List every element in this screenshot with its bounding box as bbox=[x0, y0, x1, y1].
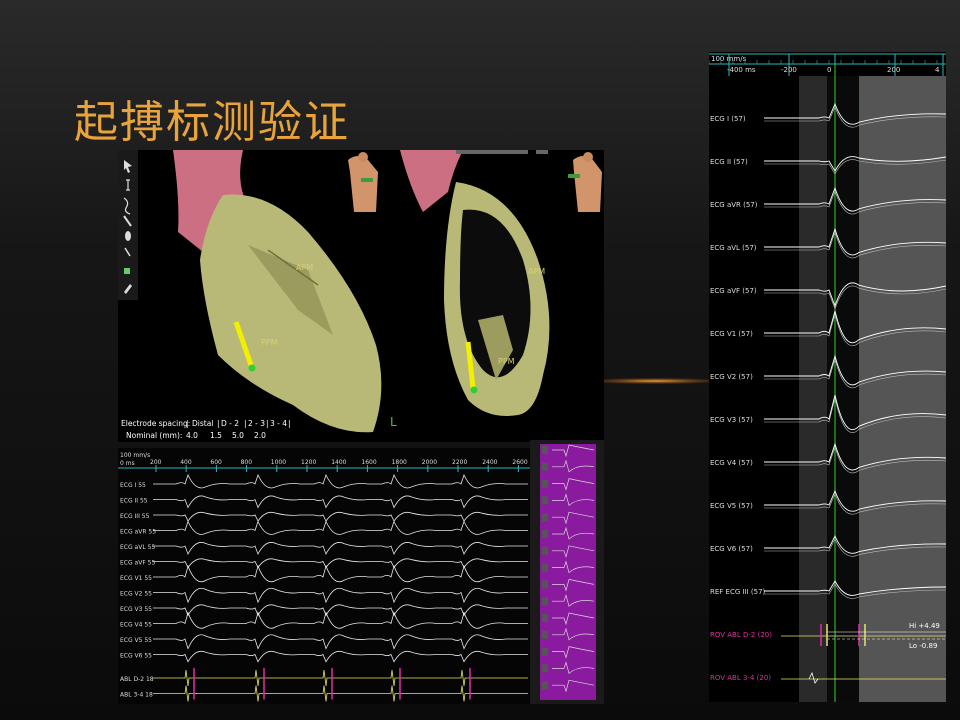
map-toolbar[interactable] bbox=[118, 150, 138, 300]
ecg-bottom-tick-label: 200 bbox=[150, 459, 162, 466]
ecg-bottom-tick-label: 2200 bbox=[452, 459, 467, 466]
ecg-right-lead-label: ECG V5 (57) bbox=[710, 502, 753, 510]
spacing-col-34: 3 - 4 bbox=[270, 419, 287, 428]
ecg-bottom-lead-label: ECG V5 55 bbox=[120, 637, 152, 644]
ecg-bottom-tick-label: 1800 bbox=[392, 459, 407, 466]
template-row-label bbox=[542, 664, 548, 673]
nominal-distal: 4.0 bbox=[186, 431, 198, 440]
ecg-bottom-tick-label: 1600 bbox=[361, 459, 376, 466]
ecg-bottom-tick-label: 1400 bbox=[331, 459, 346, 466]
ecg-bottom-lead-label: ECG II 55 bbox=[120, 498, 148, 505]
ecg-right-tick-label: -400 ms bbox=[727, 66, 756, 74]
ecg-bottom-tick-label: 2600 bbox=[512, 459, 527, 466]
ecg-bottom-tick-label: 1200 bbox=[301, 459, 316, 466]
nominal-d2: 1.5 bbox=[210, 431, 222, 440]
spacing-col-distal: Distal bbox=[192, 419, 213, 428]
ecg-origin-label: 0 ms bbox=[120, 460, 135, 467]
hi-label: Hi +4.49 bbox=[909, 622, 940, 630]
orange-glow-line bbox=[590, 378, 720, 384]
ecg-bottom-lead-label: ECG aVR 55 bbox=[120, 529, 156, 536]
apm-label-right: APM bbox=[528, 267, 545, 276]
ecg-bottom-lead-label: ECG V4 55 bbox=[120, 622, 152, 629]
template-row-label bbox=[542, 479, 548, 488]
ecg-right-lead-label: ECG aVF (57) bbox=[710, 287, 757, 295]
ecg-bottom-tick-label: 2400 bbox=[482, 459, 497, 466]
ecg-bottom-lead-label: ECG III 55 bbox=[120, 513, 150, 520]
ecg-right-lead-label: ECG V2 (57) bbox=[710, 373, 753, 381]
svg-text:|: | bbox=[266, 419, 269, 428]
ecg-right-tick-label: 0 bbox=[827, 66, 831, 74]
ecg-right-lead-label: ECG V6 (57) bbox=[710, 545, 753, 553]
svg-text:|: | bbox=[217, 419, 220, 428]
ecg-right-lead-label: ECG V1 (57) bbox=[710, 330, 753, 338]
template-row-label bbox=[542, 681, 548, 690]
svg-text:|: | bbox=[288, 419, 291, 428]
template-row-label bbox=[542, 446, 548, 454]
template-row-label bbox=[542, 647, 548, 656]
slide-title: 起搏标测验证 bbox=[74, 97, 350, 148]
ecg-right-lead-label: ECG I (57) bbox=[710, 115, 746, 123]
paced-template-panel[interactable] bbox=[530, 440, 604, 704]
template-row-label bbox=[542, 630, 548, 639]
ecg-bottom-tick-label: 800 bbox=[241, 459, 253, 466]
ppm-label-right: PPM bbox=[498, 357, 515, 366]
ecg-right-tick-label: 200 bbox=[887, 66, 900, 74]
lo-label: Lo -0.89 bbox=[909, 642, 937, 650]
svg-text:|: | bbox=[244, 419, 247, 428]
ecg-bottom-lead-label: ECG V3 55 bbox=[120, 606, 152, 613]
ecg-bottom-lead-label: ECG V1 55 bbox=[120, 575, 152, 582]
ecg-right-lead-label: ECG V3 (57) bbox=[710, 416, 753, 424]
nominal-label: Nominal (mm): bbox=[126, 431, 182, 440]
orientation-marker: L bbox=[390, 415, 397, 429]
spacing-col-23: 2 - 3 bbox=[248, 419, 265, 428]
template-row-label bbox=[542, 530, 548, 538]
ecg-right-lead-label: ECG V4 (57) bbox=[710, 459, 753, 467]
ppm-label-left: PPM bbox=[261, 338, 278, 347]
ecg-bottom-tick-label: 600 bbox=[210, 459, 222, 466]
3d-map-panel[interactable]: APM PPM APM PPM L Electrode spacing: | D… bbox=[118, 150, 604, 442]
ecg-bottom-tick-label: 1000 bbox=[271, 459, 286, 466]
ecg-right-abl-label: ROV ABL D-2 (20) bbox=[710, 631, 772, 639]
ecg-right-lead-label: ECG aVR (57) bbox=[710, 201, 758, 209]
ecg-bottom-tick-label: 2000 bbox=[422, 459, 437, 466]
template-row-label bbox=[542, 563, 548, 572]
ecg-bottom-lead-label: ECG I 55 bbox=[120, 482, 146, 489]
template-row-label bbox=[542, 496, 548, 505]
template-row-label bbox=[542, 546, 548, 555]
nominal-23: 5.0 bbox=[232, 431, 244, 440]
template-row-label bbox=[542, 462, 548, 471]
spacing-label: Electrode spacing: bbox=[121, 419, 190, 428]
template-row-label bbox=[542, 614, 548, 622]
apm-label-left: APM bbox=[296, 263, 313, 272]
ecg-speed-label: 100 mm/s bbox=[120, 452, 150, 459]
ecg-right-abl-label: ROV ABL 3-4 (20) bbox=[710, 674, 771, 682]
ellipse-icon[interactable] bbox=[125, 231, 131, 241]
template-row-label bbox=[542, 580, 548, 589]
ecg-bottom-lead-label: ECG V2 55 bbox=[120, 591, 152, 598]
ecg-bottom-tick-label: 400 bbox=[180, 459, 192, 466]
template-row-label bbox=[542, 513, 548, 522]
ecg-bottom-lead-label: ECG V6 55 bbox=[120, 653, 152, 660]
ecg-recording-panel[interactable]: 100 mm/s 0 ms 200 400 600 800 1000 1200 1400 16… bbox=[118, 448, 530, 704]
ecg-bottom-lead-label: ECG aVL 55 bbox=[120, 544, 155, 551]
spacing-col-d2: D - 2 bbox=[221, 419, 239, 428]
ecg-comparison-panel[interactable]: 100 mm/s -400 ms -200 0 200 4 ECG I (57) ECG … bbox=[709, 52, 946, 702]
ecg-bottom-lead-label: ABL D-2 18 bbox=[120, 676, 154, 683]
ecg-bottom-lead-label: ABL 3-4 18 bbox=[120, 692, 153, 699]
ecg-right-tick-label: 4 bbox=[935, 66, 940, 74]
ecg-right-lead-label: REF ECG III (57) bbox=[710, 588, 766, 596]
nominal-34: 2.0 bbox=[254, 431, 266, 440]
svg-text:|: | bbox=[186, 419, 189, 428]
grid-icon[interactable] bbox=[124, 268, 130, 274]
template-row-label bbox=[542, 597, 548, 606]
ecg-right-lead-label: ECG aVL (57) bbox=[710, 244, 757, 252]
ecg-bottom-lead-label: ECG aVF 55 bbox=[120, 560, 155, 567]
ecg-right-tick-label: -200 bbox=[781, 66, 797, 74]
ecg-right-lead-label: ECG II (57) bbox=[710, 158, 748, 166]
